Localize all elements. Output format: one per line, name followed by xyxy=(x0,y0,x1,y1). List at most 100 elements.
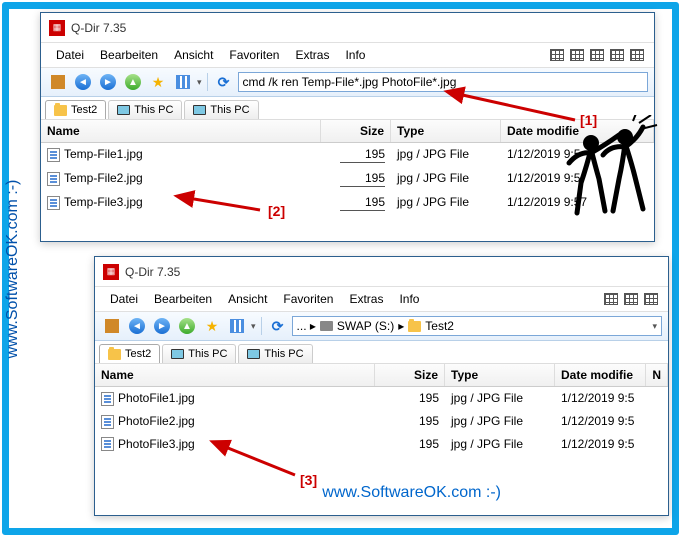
menu-bearbeiten[interactable]: Bearbeiten xyxy=(93,45,165,65)
tab-label: This PC xyxy=(188,348,227,360)
cell-type: jpg / JPG File xyxy=(391,145,501,165)
up-icon[interactable]: ▲ xyxy=(122,71,144,93)
annotation-label-1: [1] xyxy=(580,112,597,128)
cell-type: jpg / JPG File xyxy=(445,412,555,431)
cell-type: jpg / JPG File xyxy=(391,193,501,213)
folder-icon xyxy=(408,321,421,332)
cell-type: jpg / JPG File xyxy=(445,435,555,454)
col-size[interactable]: Size xyxy=(321,120,391,142)
back-icon[interactable]: ◄ xyxy=(126,315,148,337)
drive-icon xyxy=(320,321,333,331)
watermark-left: www.SoftwareOK.com :-) xyxy=(4,179,22,358)
file-list: Name Size Type Date modifie N PhotoFile1… xyxy=(95,363,668,455)
menu-datei[interactable]: Datei xyxy=(103,289,145,309)
annotation-arrow-2 xyxy=(180,192,265,220)
cell-type: jpg / JPG File xyxy=(391,169,501,189)
menu-info[interactable]: Info xyxy=(338,45,372,65)
layout-icon[interactable] xyxy=(570,49,584,61)
file-icon xyxy=(47,172,60,186)
layout-icon[interactable] xyxy=(610,49,624,61)
menu-datei[interactable]: Datei xyxy=(49,45,91,65)
favorites-icon[interactable]: ★ xyxy=(201,315,223,337)
tab-label: This PC xyxy=(210,104,249,116)
refresh-icon[interactable]: ⟳ xyxy=(267,315,289,337)
table-row[interactable]: PhotoFile2.jpg195jpg / JPG File1/12/2019… xyxy=(95,410,668,433)
view-icon[interactable] xyxy=(226,315,248,337)
menu-extras[interactable]: Extras xyxy=(342,289,390,309)
window-title: Q-Dir 7.35 xyxy=(125,265,180,279)
cell-size: 195 xyxy=(321,169,391,189)
cell-size: 195 xyxy=(321,145,391,165)
watermark-bottom: www.SoftwareOK.com :-) xyxy=(322,484,501,502)
cell-size: 195 xyxy=(375,435,445,454)
col-type[interactable]: Type xyxy=(445,364,555,386)
decorative-figures xyxy=(561,115,661,236)
cell-date: 1/12/2019 9:5 xyxy=(555,435,668,454)
menu-favoriten[interactable]: Favoriten xyxy=(276,289,340,309)
cell-size: 195 xyxy=(321,193,391,213)
cell-size: 195 xyxy=(375,412,445,431)
layout-icon[interactable] xyxy=(550,49,564,61)
forward-icon[interactable]: ► xyxy=(97,71,119,93)
cell-size: 195 xyxy=(375,389,445,408)
menu-info[interactable]: Info xyxy=(392,289,426,309)
titlebar[interactable]: ▦ Q-Dir 7.35 xyxy=(95,257,668,287)
menubar: Datei Bearbeiten Ansicht Favoriten Extra… xyxy=(41,43,654,68)
tab-this-pc[interactable]: This PC xyxy=(162,344,236,363)
refresh-icon[interactable]: ⟳ xyxy=(213,71,235,93)
annotation-arrow-3 xyxy=(215,440,300,483)
menu-extras[interactable]: Extras xyxy=(288,45,336,65)
tab-this-pc[interactable]: This PC xyxy=(238,344,312,363)
monitor-icon xyxy=(193,105,206,115)
tab-this-pc[interactable]: This PC xyxy=(184,100,258,119)
col-size[interactable]: Size xyxy=(375,364,445,386)
col-name[interactable]: Name xyxy=(41,120,321,142)
layout-icon[interactable] xyxy=(644,293,658,305)
back-icon[interactable]: ◄ xyxy=(72,71,94,93)
address-bar[interactable]: ... ▸ SWAP (S:) ▸ Test2 ▾ xyxy=(292,316,662,336)
view-icon[interactable] xyxy=(172,71,194,93)
menu-ansicht[interactable]: Ansicht xyxy=(221,289,274,309)
layout-icon[interactable] xyxy=(604,293,618,305)
forward-icon[interactable]: ► xyxy=(151,315,173,337)
tab-this-pc[interactable]: This PC xyxy=(108,100,182,119)
tab-label: Test2 xyxy=(71,104,97,116)
titlebar[interactable]: ▦ Q-Dir 7.35 xyxy=(41,13,654,43)
panel-toggle-icon[interactable] xyxy=(101,315,123,337)
favorites-icon[interactable]: ★ xyxy=(147,71,169,93)
menu-bearbeiten[interactable]: Bearbeiten xyxy=(147,289,219,309)
command-input[interactable] xyxy=(238,72,648,92)
tabs-bar: Test2 This PC This PC xyxy=(95,341,668,363)
layout-icon[interactable] xyxy=(630,49,644,61)
menu-favoriten[interactable]: Favoriten xyxy=(222,45,286,65)
table-row[interactable]: PhotoFile3.jpg195jpg / JPG File1/12/2019… xyxy=(95,433,668,456)
folder-icon xyxy=(108,349,121,360)
layout-icon[interactable] xyxy=(590,49,604,61)
file-icon xyxy=(101,392,114,406)
monitor-icon xyxy=(117,105,130,115)
tab-label: Test2 xyxy=(125,348,151,360)
layout-icon[interactable] xyxy=(624,293,638,305)
tab-test2[interactable]: Test2 xyxy=(45,100,106,119)
window-title: Q-Dir 7.35 xyxy=(71,21,126,35)
folder-icon xyxy=(54,105,67,116)
file-icon xyxy=(101,437,114,451)
annotation-label-2: [2] xyxy=(268,203,285,219)
col-date[interactable]: Date modifie xyxy=(555,364,646,386)
panel-toggle-icon[interactable] xyxy=(47,71,69,93)
menu-ansicht[interactable]: Ansicht xyxy=(167,45,220,65)
col-extra[interactable]: N xyxy=(646,364,668,386)
annotation-label-3: [3] xyxy=(300,472,317,488)
tab-label: This PC xyxy=(134,104,173,116)
table-row[interactable]: PhotoFile1.jpg195jpg / JPG File1/12/2019… xyxy=(95,387,668,410)
col-name[interactable]: Name xyxy=(95,364,375,386)
app-icon: ▦ xyxy=(49,20,65,36)
tab-label: This PC xyxy=(264,348,303,360)
cell-date: 1/12/2019 9:5 xyxy=(555,412,668,431)
cell-name: Temp-File2.jpg xyxy=(41,169,321,189)
up-icon[interactable]: ▲ xyxy=(176,315,198,337)
annotation-arrow-1 xyxy=(450,90,580,128)
cell-date: 1/12/2019 9:5 xyxy=(555,389,668,408)
list-header: Name Size Type Date modifie N xyxy=(95,363,668,387)
tab-test2[interactable]: Test2 xyxy=(99,344,160,363)
